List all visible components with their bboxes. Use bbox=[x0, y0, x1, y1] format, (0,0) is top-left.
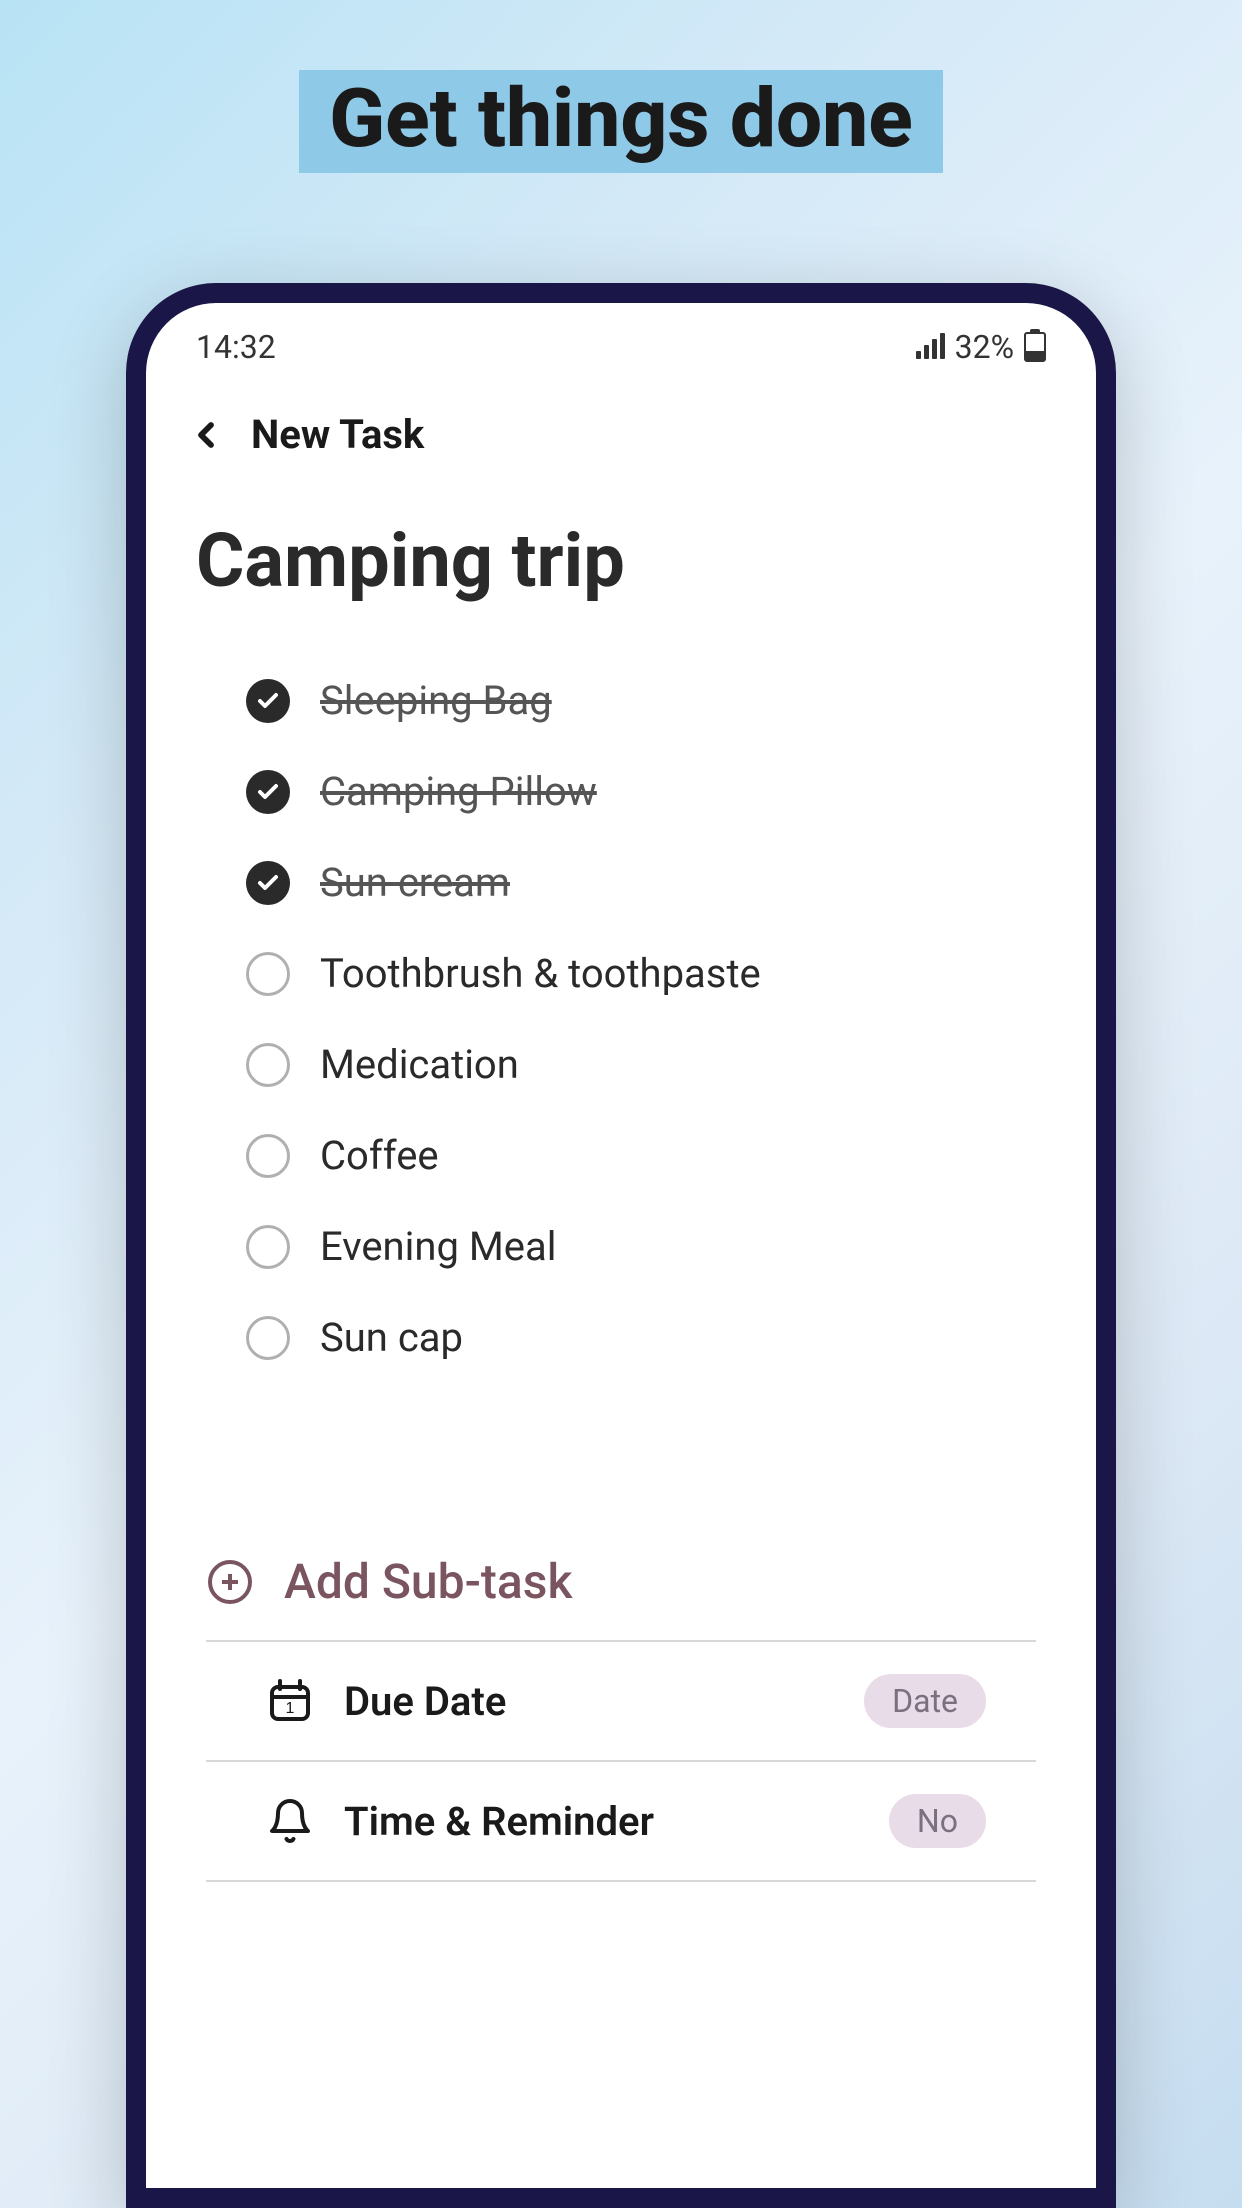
reminder-value[interactable]: No bbox=[889, 1794, 986, 1848]
plus-circle-icon bbox=[206, 1558, 254, 1606]
signal-icon bbox=[916, 335, 945, 359]
svg-text:1: 1 bbox=[286, 1700, 295, 1717]
subtask-item[interactable]: Coffee bbox=[246, 1110, 1046, 1201]
subtask-item[interactable]: Evening Meal bbox=[246, 1201, 1046, 1292]
battery-icon bbox=[1024, 332, 1046, 362]
task-options: 1 Due Date Date Time & Reminder No bbox=[206, 1640, 1036, 1882]
subtask-label: Coffee bbox=[320, 1132, 439, 1179]
status-right: 32% bbox=[916, 328, 1046, 366]
subtask-label: Sleeping Bag bbox=[320, 677, 552, 724]
nav-title: New Task bbox=[251, 411, 424, 458]
add-subtask-label: Add Sub-task bbox=[284, 1553, 573, 1610]
task-title[interactable]: Camping trip bbox=[146, 478, 1096, 655]
subtask-item[interactable]: Medication bbox=[246, 1019, 1046, 1110]
subtask-label: Sun cap bbox=[320, 1314, 463, 1361]
subtask-label: Camping Pillow bbox=[320, 768, 597, 815]
subtask-label: Evening Meal bbox=[320, 1223, 556, 1270]
subtask-item[interactable]: Camping Pillow bbox=[246, 746, 1046, 837]
calendar-icon: 1 bbox=[266, 1677, 314, 1725]
due-date-label: Due Date bbox=[344, 1678, 834, 1725]
subtask-list: Sleeping Bag Camping Pillow Sun cream Tooth… bbox=[146, 655, 1096, 1383]
subtask-item[interactable]: Sun cream bbox=[246, 837, 1046, 928]
nav-bar: New Task bbox=[146, 376, 1096, 478]
status-bar: 14:32 32% bbox=[146, 303, 1096, 376]
due-date-value[interactable]: Date bbox=[864, 1674, 986, 1728]
due-date-row[interactable]: 1 Due Date Date bbox=[206, 1640, 1036, 1760]
subtask-label: Toothbrush & toothpaste bbox=[320, 950, 761, 997]
checkbox-unchecked-icon[interactable] bbox=[246, 1134, 290, 1178]
subtask-item[interactable]: Sun cap bbox=[246, 1292, 1046, 1383]
phone-screen: 14:32 32% New Task Camping trip bbox=[146, 303, 1096, 2188]
bell-icon bbox=[266, 1797, 314, 1845]
subtask-item[interactable]: Toothbrush & toothpaste bbox=[246, 928, 1046, 1019]
checkbox-checked-icon[interactable] bbox=[246, 770, 290, 814]
checkbox-unchecked-icon[interactable] bbox=[246, 1043, 290, 1087]
phone-frame: 14:32 32% New Task Camping trip bbox=[126, 283, 1116, 2208]
reminder-label: Time & Reminder bbox=[344, 1798, 859, 1845]
checkbox-unchecked-icon[interactable] bbox=[246, 1316, 290, 1360]
back-icon[interactable] bbox=[186, 415, 226, 455]
checkbox-checked-icon[interactable] bbox=[246, 861, 290, 905]
checkbox-unchecked-icon[interactable] bbox=[246, 952, 290, 996]
checkbox-checked-icon[interactable] bbox=[246, 679, 290, 723]
add-subtask-button[interactable]: Add Sub-task bbox=[146, 1523, 1096, 1640]
marketing-headline: Get things done bbox=[299, 70, 943, 173]
subtask-label: Sun cream bbox=[320, 859, 510, 906]
battery-percent: 32% bbox=[955, 328, 1014, 366]
reminder-row[interactable]: Time & Reminder No bbox=[206, 1760, 1036, 1882]
status-time: 14:32 bbox=[196, 328, 276, 366]
checkbox-unchecked-icon[interactable] bbox=[246, 1225, 290, 1269]
subtask-label: Medication bbox=[320, 1041, 519, 1088]
subtask-item[interactable]: Sleeping Bag bbox=[246, 655, 1046, 746]
